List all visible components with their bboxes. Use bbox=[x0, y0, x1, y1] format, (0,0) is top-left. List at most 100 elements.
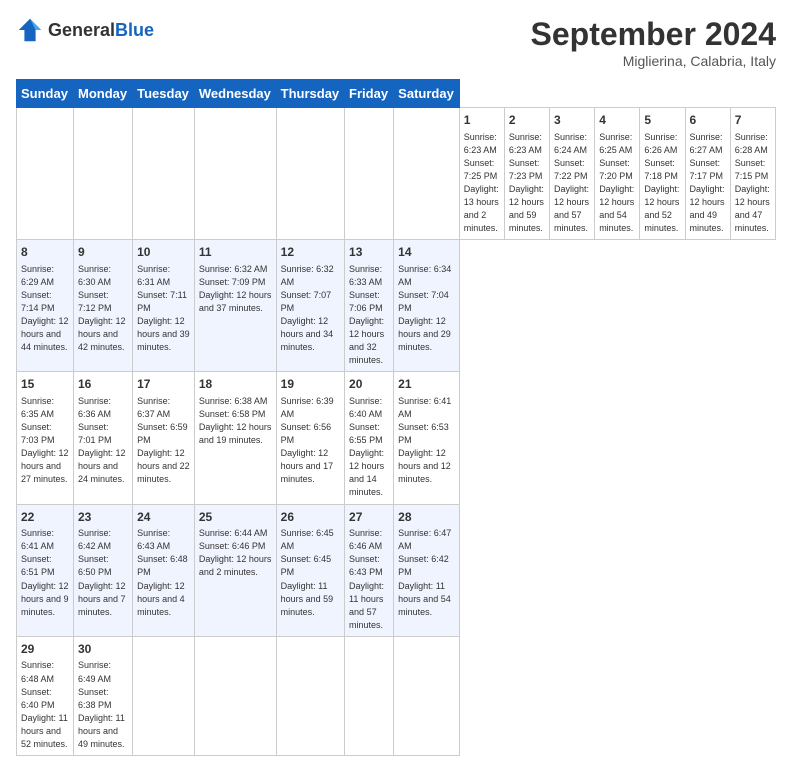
title-block: September 2024 Miglierina, Calabria, Ita… bbox=[531, 16, 776, 69]
calendar-cell: 5 Sunrise: 6:26 AMSunset: 7:18 PMDaylight… bbox=[640, 108, 685, 240]
calendar-cell: 7Sunrise: 6:28 AMSunset: 7:15 PMDaylight… bbox=[730, 108, 775, 240]
calendar-cell: 25Sunrise: 6:44 AMSunset: 6:46 PMDayligh… bbox=[194, 504, 276, 636]
day-number: 5 bbox=[644, 112, 680, 129]
calendar-cell: 19Sunrise: 6:39 AMSunset: 6:56 PMDayligh… bbox=[276, 372, 344, 504]
calendar-week-row: 1Sunrise: 6:23 AMSunset: 7:25 PMDaylight… bbox=[17, 108, 776, 240]
day-number: 4 bbox=[599, 112, 635, 129]
calendar-cell bbox=[74, 108, 133, 240]
header: GeneralBlue September 2024 Miglierina, C… bbox=[16, 16, 776, 69]
weekday-header-friday: Friday bbox=[345, 80, 394, 108]
day-number: 26 bbox=[281, 509, 340, 526]
day-info: Sunrise: 6:46 AMSunset: 6:43 PMDaylight:… bbox=[349, 527, 389, 631]
calendar-cell bbox=[394, 636, 460, 755]
day-number: 3 bbox=[554, 112, 590, 129]
day-info: Sunrise: 6:34 AMSunset: 7:04 PMDaylight:… bbox=[398, 263, 455, 354]
calendar-week-row: 29Sunrise: 6:48 AMSunset: 6:40 PMDayligh… bbox=[17, 636, 776, 755]
calendar-table: SundayMondayTuesdayWednesdayThursdayFrid… bbox=[16, 79, 776, 756]
day-info: Sunrise: 6:24 AMSunset: 7:22 PMDaylight:… bbox=[554, 131, 590, 235]
weekday-header-row: SundayMondayTuesdayWednesdayThursdayFrid… bbox=[17, 80, 776, 108]
day-info: Sunrise: 6:38 AMSunset: 6:58 PMDaylight:… bbox=[199, 395, 272, 447]
logo-general: General bbox=[48, 20, 115, 40]
day-info: Sunrise: 6:26 AMSunset: 7:18 PMDaylight:… bbox=[644, 131, 680, 235]
day-number: 27 bbox=[349, 509, 389, 526]
day-number: 12 bbox=[281, 244, 340, 261]
logo-text: GeneralBlue bbox=[48, 20, 154, 41]
calendar-cell: 8Sunrise: 6:29 AMSunset: 7:14 PMDaylight… bbox=[17, 240, 74, 372]
calendar-cell bbox=[276, 636, 344, 755]
page-container: GeneralBlue September 2024 Miglierina, C… bbox=[0, 0, 792, 764]
day-number: 6 bbox=[690, 112, 726, 129]
calendar-cell: 9Sunrise: 6:30 AMSunset: 7:12 PMDaylight… bbox=[74, 240, 133, 372]
day-info: Sunrise: 6:37 AMSunset: 6:59 PMDaylight:… bbox=[137, 395, 190, 486]
day-info: Sunrise: 6:23 AMSunset: 7:25 PMDaylight:… bbox=[464, 131, 500, 235]
day-number: 29 bbox=[21, 641, 69, 658]
day-info: Sunrise: 6:47 AMSunset: 6:42 PMDaylight:… bbox=[398, 527, 455, 618]
calendar-cell: 24Sunrise: 6:43 AMSunset: 6:48 PMDayligh… bbox=[133, 504, 195, 636]
calendar-cell: 23Sunrise: 6:42 AMSunset: 6:50 PMDayligh… bbox=[74, 504, 133, 636]
calendar-cell: 16 Sunrise: 6:36 AMSunset: 7:01 PMDayligh… bbox=[74, 372, 133, 504]
calendar-cell: 1Sunrise: 6:23 AMSunset: 7:25 PMDaylight… bbox=[459, 108, 504, 240]
day-info: Sunrise: 6:49 AMSunset: 6:38 PMDaylight:… bbox=[78, 659, 128, 750]
weekday-header-saturday: Saturday bbox=[394, 80, 460, 108]
logo: GeneralBlue bbox=[16, 16, 154, 44]
day-number: 21 bbox=[398, 376, 455, 393]
weekday-header-sunday: Sunday bbox=[17, 80, 74, 108]
location-subtitle: Miglierina, Calabria, Italy bbox=[531, 53, 776, 69]
day-number: 8 bbox=[21, 244, 69, 261]
calendar-cell: 11Sunrise: 6:32 AMSunset: 7:09 PMDayligh… bbox=[194, 240, 276, 372]
calendar-cell bbox=[345, 108, 394, 240]
day-info: Sunrise: 6:39 AMSunset: 6:56 PMDaylight:… bbox=[281, 395, 340, 486]
day-number: 10 bbox=[137, 244, 190, 261]
calendar-cell: 14Sunrise: 6:34 AMSunset: 7:04 PMDayligh… bbox=[394, 240, 460, 372]
weekday-header-tuesday: Tuesday bbox=[133, 80, 195, 108]
day-number: 25 bbox=[199, 509, 272, 526]
weekday-header-thursday: Thursday bbox=[276, 80, 344, 108]
calendar-cell: 27Sunrise: 6:46 AMSunset: 6:43 PMDayligh… bbox=[345, 504, 394, 636]
day-number: 16 bbox=[78, 376, 128, 393]
calendar-cell bbox=[276, 108, 344, 240]
day-info: Sunrise: 6:28 AMSunset: 7:15 PMDaylight:… bbox=[735, 131, 771, 235]
day-info: Sunrise: 6:36 AMSunset: 7:01 PMDaylight:… bbox=[78, 395, 128, 486]
calendar-cell bbox=[194, 636, 276, 755]
calendar-cell: 29Sunrise: 6:48 AMSunset: 6:40 PMDayligh… bbox=[17, 636, 74, 755]
calendar-cell: 10 Sunrise: 6:31 AMSunset: 7:11 PMDayligh… bbox=[133, 240, 195, 372]
day-number: 13 bbox=[349, 244, 389, 261]
calendar-cell bbox=[17, 108, 74, 240]
day-info: Sunrise: 6:44 AMSunset: 6:46 PMDaylight:… bbox=[199, 527, 272, 579]
day-number: 20 bbox=[349, 376, 389, 393]
day-number: 28 bbox=[398, 509, 455, 526]
day-number: 9 bbox=[78, 244, 128, 261]
day-info: Sunrise: 6:43 AMSunset: 6:48 PMDaylight:… bbox=[137, 527, 190, 618]
calendar-cell: 4Sunrise: 6:25 AMSunset: 7:20 PMDaylight… bbox=[595, 108, 640, 240]
day-info: Sunrise: 6:42 AMSunset: 6:50 PMDaylight:… bbox=[78, 527, 128, 618]
logo-icon bbox=[16, 16, 44, 44]
calendar-cell bbox=[133, 108, 195, 240]
day-number: 23 bbox=[78, 509, 128, 526]
weekday-header-monday: Monday bbox=[74, 80, 133, 108]
day-info: Sunrise: 6:41 AMSunset: 6:53 PMDaylight:… bbox=[398, 395, 455, 486]
calendar-cell: 17Sunrise: 6:37 AMSunset: 6:59 PMDayligh… bbox=[133, 372, 195, 504]
day-number: 22 bbox=[21, 509, 69, 526]
calendar-week-row: 8Sunrise: 6:29 AMSunset: 7:14 PMDaylight… bbox=[17, 240, 776, 372]
calendar-cell: 6 Sunrise: 6:27 AMSunset: 7:17 PMDaylight… bbox=[685, 108, 730, 240]
day-info: Sunrise: 6:41 AMSunset: 6:51 PMDaylight:… bbox=[21, 527, 69, 618]
logo-blue-text: Blue bbox=[115, 20, 154, 40]
month-year-title: September 2024 bbox=[531, 16, 776, 53]
day-info: Sunrise: 6:45 AMSunset: 6:45 PMDaylight:… bbox=[281, 527, 340, 618]
calendar-cell: 22Sunrise: 6:41 AMSunset: 6:51 PMDayligh… bbox=[17, 504, 74, 636]
day-info: Sunrise: 6:23 AMSunset: 7:23 PMDaylight:… bbox=[509, 131, 545, 235]
day-info: Sunrise: 6:27 AMSunset: 7:17 PMDaylight:… bbox=[690, 131, 726, 235]
calendar-cell bbox=[133, 636, 195, 755]
weekday-header-wednesday: Wednesday bbox=[194, 80, 276, 108]
day-number: 30 bbox=[78, 641, 128, 658]
day-info: Sunrise: 6:35 AMSunset: 7:03 PMDaylight:… bbox=[21, 395, 69, 486]
calendar-cell: 28Sunrise: 6:47 AMSunset: 6:42 PMDayligh… bbox=[394, 504, 460, 636]
calendar-cell: 26Sunrise: 6:45 AMSunset: 6:45 PMDayligh… bbox=[276, 504, 344, 636]
day-info: Sunrise: 6:40 AMSunset: 6:55 PMDaylight:… bbox=[349, 395, 389, 499]
day-info: Sunrise: 6:31 AMSunset: 7:11 PMDaylight:… bbox=[137, 263, 190, 354]
day-info: Sunrise: 6:33 AMSunset: 7:06 PMDaylight:… bbox=[349, 263, 389, 367]
day-info: Sunrise: 6:48 AMSunset: 6:40 PMDaylight:… bbox=[21, 659, 69, 750]
calendar-cell: 21 Sunrise: 6:41 AMSunset: 6:53 PMDayligh… bbox=[394, 372, 460, 504]
calendar-cell: 13 Sunrise: 6:33 AMSunset: 7:06 PMDayligh… bbox=[345, 240, 394, 372]
day-number: 2 bbox=[509, 112, 545, 129]
